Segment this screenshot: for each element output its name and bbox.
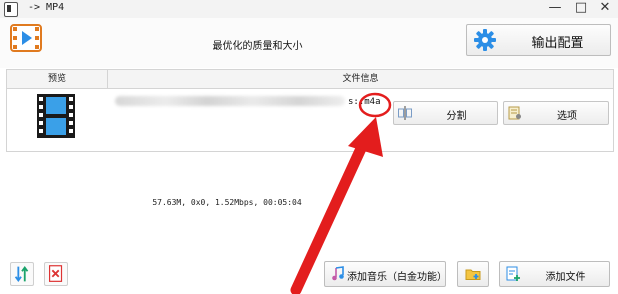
- minimize-button[interactable]: —: [544, 0, 566, 18]
- audio-merge-button[interactable]: [10, 262, 34, 286]
- title-bar: -> MP4 — □ ✕: [0, 0, 618, 18]
- preview-column-header: 预览: [7, 70, 108, 89]
- clear-list-button[interactable]: [44, 262, 68, 286]
- file-meta-info: 57.63M, 0x0, 1.52Mbps, 00:05:04: [152, 198, 302, 207]
- gear-icon: [474, 29, 496, 51]
- add-music-button[interactable]: 添加音乐（白金功能）: [324, 261, 447, 287]
- app-icon: [4, 2, 18, 17]
- file-info-column-header: 文件信息: [108, 70, 613, 89]
- add-music-label: 添加音乐（白金功能）: [347, 272, 447, 283]
- split-label: 分割: [446, 111, 467, 122]
- delete-icon: [48, 265, 63, 282]
- merge-icon: [14, 266, 29, 282]
- window-title: -> MP4: [28, 2, 65, 13]
- music-note-icon: [332, 266, 344, 281]
- file-extension: s:.m4a: [348, 97, 381, 107]
- split-button[interactable]: 分割: [393, 101, 498, 125]
- add-folder-button[interactable]: [457, 261, 489, 287]
- maximize-button[interactable]: □: [570, 0, 592, 18]
- output-settings-button[interactable]: 输出配置: [466, 24, 611, 56]
- close-button[interactable]: ✕: [594, 0, 616, 18]
- profile-subtitle: 最优化的质量和大小: [212, 41, 303, 52]
- add-file-icon: [506, 266, 520, 281]
- options-button[interactable]: 选项: [503, 101, 609, 125]
- file-name-redacted: [115, 96, 345, 106]
- add-folder-icon: [465, 269, 481, 280]
- add-file-button[interactable]: 添加文件: [499, 261, 610, 287]
- video-thumbnail-icon[interactable]: [37, 94, 75, 138]
- split-icon: [398, 106, 412, 120]
- options-icon: [508, 106, 521, 120]
- output-settings-label: 输出配置: [531, 36, 584, 51]
- options-label: 选项: [557, 111, 577, 122]
- add-file-label: 添加文件: [545, 272, 586, 283]
